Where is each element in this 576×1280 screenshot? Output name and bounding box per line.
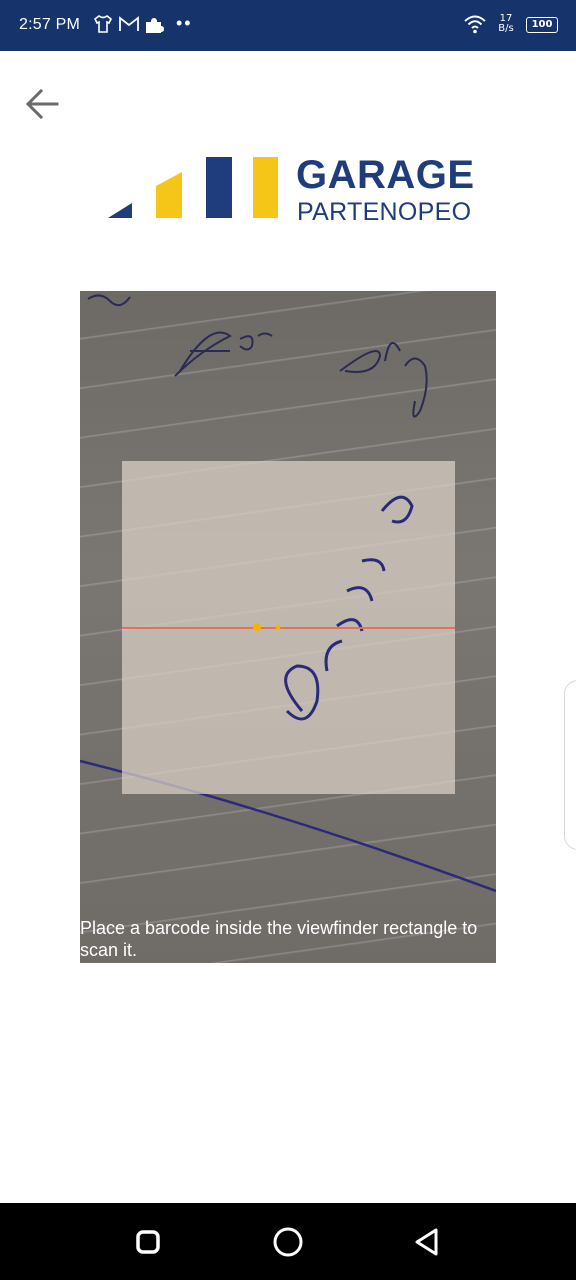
gmail-icon [119,16,139,31]
triangle-back-icon [415,1228,438,1256]
recents-button[interactable] [131,1225,165,1259]
status-time: 2:57 PM [19,16,80,33]
status-bar: 2:57 PM •• 17 B/s 100 [0,0,576,51]
battery-indicator: 100 [526,17,558,33]
logo-bars-icon [108,157,278,218]
wifi-icon [464,15,486,34]
back-button[interactable] [24,86,62,122]
scan-points-icon [253,623,281,631]
circle-icon [273,1227,303,1257]
logo-title: GARAGE [296,153,475,197]
puzzle-icon [146,18,164,33]
tshirt-icon [93,15,113,33]
logo-subtitle: PARTENOPEO [297,198,472,226]
camera-preview[interactable]: Place a barcode inside the viewfinder re… [80,291,496,963]
edge-panel-handle[interactable] [564,680,576,850]
network-speed: 17 B/s [494,14,518,34]
network-speed-unit: B/s [498,23,514,34]
scan-hint-text: Place a barcode inside the viewfinder re… [80,918,478,960]
garage-partenopeo-logo: GARAGE PARTENOPEO [108,153,478,225]
square-icon [136,1230,160,1254]
navigation-bar [0,1203,576,1280]
more-notifications-dots: •• [176,13,193,33]
nav-back-button[interactable] [411,1225,445,1259]
home-button[interactable] [271,1225,305,1259]
arrow-left-icon [25,88,59,120]
